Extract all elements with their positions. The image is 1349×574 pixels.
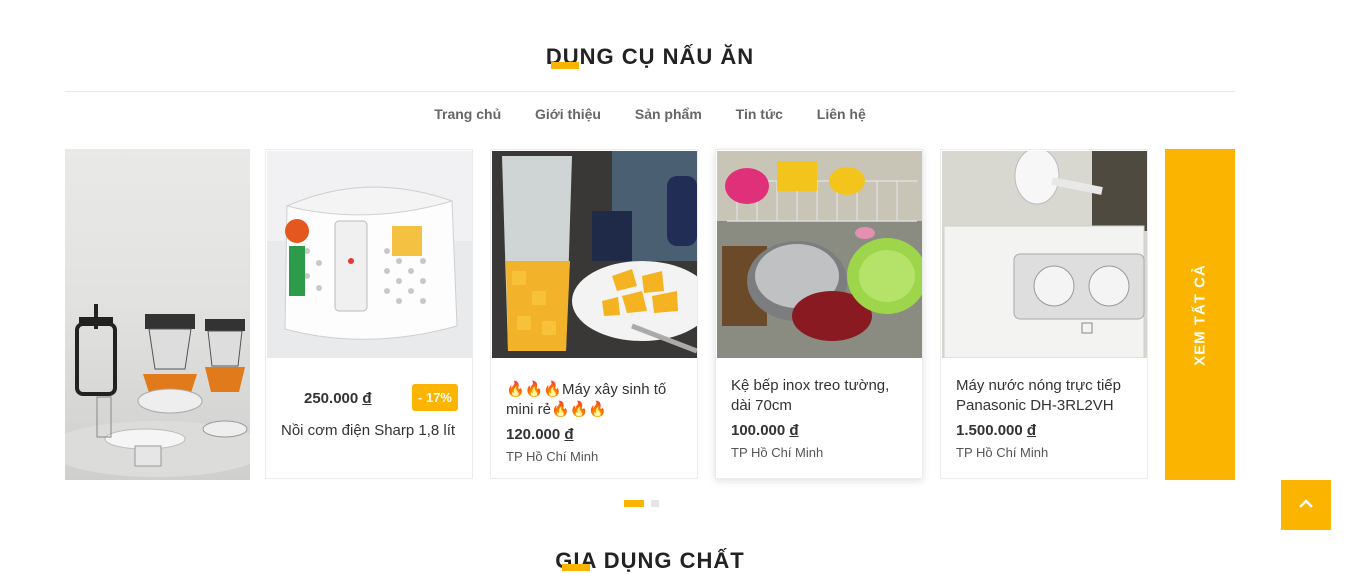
carousel-pagination <box>624 495 666 513</box>
product-name[interactable]: Kệ bếp inox treo tường, dài 70cm <box>731 376 912 416</box>
product-name[interactable]: 🔥🔥🔥Máy xây sinh tố mini rẻ🔥🔥🔥 <box>506 380 687 420</box>
product-price: 1.500.000 đ <box>956 422 1037 439</box>
product-location: TP Hồ Chí Minh <box>956 445 1049 460</box>
tab-contact[interactable]: Liên hệ <box>817 106 866 122</box>
product-price: 100.000 đ <box>731 422 799 439</box>
product-info: Máy nước nóng trực tiếp Panasonic DH-3RL… <box>956 376 1137 460</box>
tab-about[interactable]: Giới thiệu <box>535 106 601 122</box>
product-price: 120.000 đ <box>506 426 574 443</box>
product-price: 250.000 đ <box>304 390 372 407</box>
divider <box>65 91 1235 92</box>
product-info: 250.000 đ Nồi cơm điện Sharp 1,8 lít <box>281 390 462 441</box>
product-image-rice-cooker[interactable] <box>267 151 472 358</box>
product-info: 🔥🔥🔥Máy xây sinh tố mini rẻ🔥🔥🔥 120.000 đ … <box>506 380 687 464</box>
product-location: TP Hồ Chí Minh <box>506 449 599 464</box>
see-all-button[interactable]: XEM TẤT CẢ <box>1165 149 1235 480</box>
category-banner-image[interactable] <box>65 149 250 480</box>
product-location: TP Hồ Chí Minh <box>731 445 824 460</box>
carousel-dot-active[interactable] <box>624 500 644 508</box>
see-all-label: XEM TẤT CẢ <box>1191 263 1209 366</box>
product-image-dish-rack[interactable] <box>717 151 922 358</box>
product-name[interactable]: Máy nước nóng trực tiếp Panasonic DH-3RL… <box>956 376 1137 416</box>
tab-home[interactable]: Trang chủ <box>434 106 501 122</box>
category-tabs: Trang chủ Giới thiệu Sản phẩm Tin tức Li… <box>0 106 1300 122</box>
section-title: DỤNG CỤ NẤU ĂN <box>0 44 1300 70</box>
carousel-dot[interactable] <box>651 500 659 508</box>
product-image-blender[interactable] <box>492 151 697 358</box>
product-image-water-heater[interactable] <box>942 151 1147 358</box>
product-card[interactable]: - 17% 250.000 đ Nồi cơm điện Sharp 1,8 l… <box>265 149 473 479</box>
tab-products[interactable]: Sản phẩm <box>635 106 702 122</box>
product-card[interactable]: 🔥🔥🔥Máy xây sinh tố mini rẻ🔥🔥🔥 120.000 đ … <box>490 149 698 479</box>
tab-news[interactable]: Tin tức <box>736 106 783 122</box>
title-accent-bar <box>562 564 590 571</box>
product-card[interactable]: Kệ bếp inox treo tường, dài 70cm 100.000… <box>715 149 923 479</box>
product-name[interactable]: Nồi cơm điện Sharp 1,8 lít <box>281 421 462 441</box>
product-card[interactable]: Máy nước nóng trực tiếp Panasonic DH-3RL… <box>940 149 1148 479</box>
back-to-top-button[interactable] <box>1281 480 1331 530</box>
next-section-title: GIA DỤNG CHẤT <box>0 548 1300 574</box>
product-info: Kệ bếp inox treo tường, dài 70cm 100.000… <box>731 376 912 460</box>
chevron-up-icon <box>1299 499 1313 508</box>
title-accent-bar <box>551 62 579 69</box>
